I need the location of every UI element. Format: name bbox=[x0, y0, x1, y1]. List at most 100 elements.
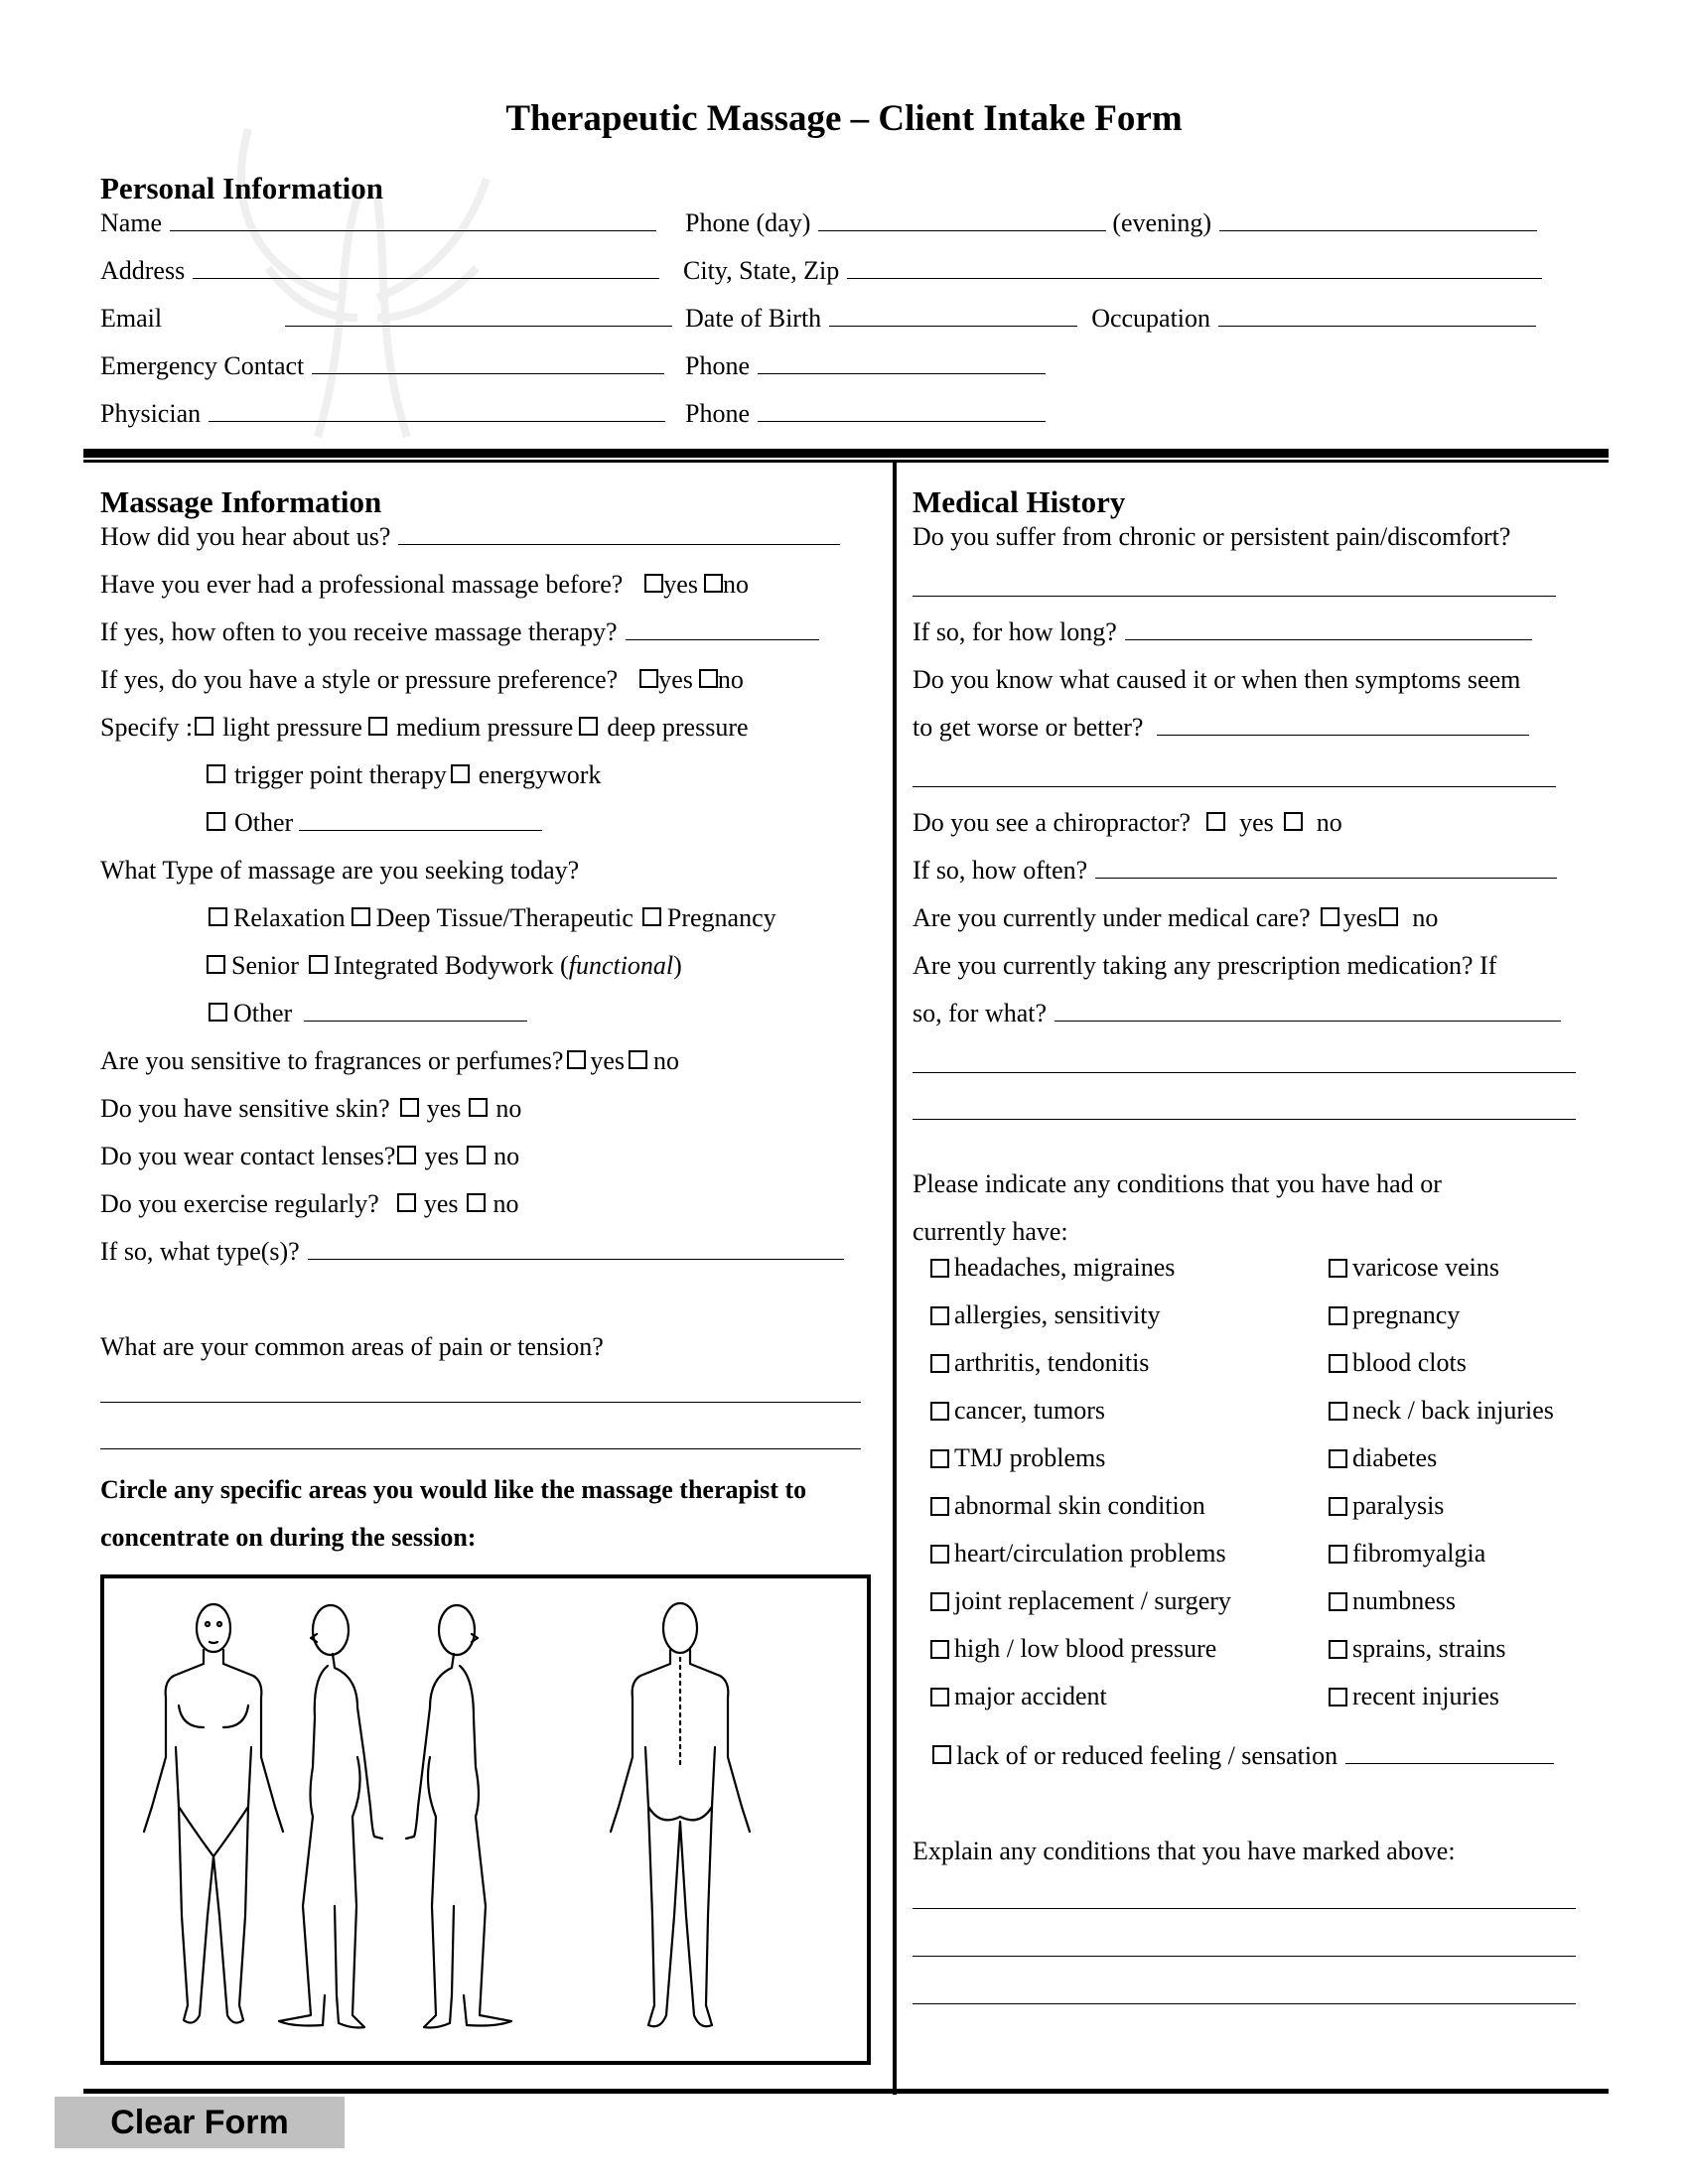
integrated-bodywork-checkbox[interactable] bbox=[308, 955, 328, 974]
skin-yes-checkbox[interactable] bbox=[399, 1098, 419, 1117]
address-input[interactable] bbox=[193, 256, 660, 279]
medical-care-no-label: no bbox=[1412, 903, 1439, 932]
phone-day-input[interactable] bbox=[818, 208, 1107, 231]
condition-checkbox[interactable] bbox=[1329, 1306, 1347, 1325]
occupation-input[interactable] bbox=[1218, 304, 1537, 327]
clear-form-button[interactable]: Clear Form bbox=[55, 2097, 345, 2148]
how-often-input[interactable] bbox=[625, 617, 819, 640]
condition-item: joint replacement / surgery bbox=[930, 1586, 1231, 1616]
pain-areas-input-2[interactable] bbox=[100, 1448, 861, 1449]
fragrances-no-checkbox[interactable] bbox=[629, 1050, 648, 1069]
cause-input-2[interactable] bbox=[913, 786, 1556, 787]
exercise-type-input[interactable] bbox=[307, 1237, 844, 1260]
pain-areas-input-1[interactable] bbox=[100, 1402, 861, 1403]
name-field-row: Name bbox=[100, 208, 657, 238]
chiropractor-no-checkbox[interactable] bbox=[1283, 812, 1303, 831]
preference-row: If yes, do you have a style or pressure … bbox=[100, 665, 744, 695]
skin-yes-label: yes bbox=[426, 1094, 462, 1123]
medical-care-no-checkbox[interactable] bbox=[1379, 907, 1399, 926]
chiropractor-yes-checkbox[interactable] bbox=[1206, 812, 1226, 831]
condition-checkbox[interactable] bbox=[1329, 1449, 1347, 1468]
condition-checkbox[interactable] bbox=[1329, 1259, 1347, 1278]
condition-checkbox[interactable] bbox=[1329, 1497, 1347, 1516]
explain-input-3[interactable] bbox=[913, 2003, 1576, 2004]
address-row: Address bbox=[100, 256, 660, 286]
hear-about-input[interactable] bbox=[398, 522, 841, 545]
skin-no-checkbox[interactable] bbox=[469, 1098, 489, 1117]
reduced-feeling-checkbox[interactable] bbox=[932, 1745, 951, 1764]
had-before-yes-checkbox[interactable] bbox=[644, 574, 664, 593]
condition-checkbox[interactable] bbox=[1329, 1592, 1347, 1611]
cause-label-1: Do you know what caused it or when then … bbox=[913, 665, 1521, 694]
condition-checkbox[interactable] bbox=[930, 1306, 949, 1325]
explain-label: Explain any conditions that you have mar… bbox=[913, 1837, 1456, 1865]
exercise-yes-checkbox[interactable] bbox=[396, 1193, 416, 1212]
chronic-pain-input[interactable] bbox=[913, 596, 1556, 597]
energywork-checkbox[interactable] bbox=[450, 764, 470, 783]
phone-evening-input[interactable] bbox=[1218, 208, 1537, 231]
relaxation-checkbox[interactable] bbox=[209, 907, 227, 926]
medium-pressure-checkbox[interactable] bbox=[367, 717, 387, 736]
conditions-intro-2: currently have: bbox=[913, 1217, 1068, 1246]
condition-checkbox[interactable] bbox=[930, 1688, 949, 1706]
medication-input-2[interactable] bbox=[913, 1072, 1576, 1073]
preference-yes-checkbox[interactable] bbox=[639, 669, 659, 688]
preference-label: If yes, do you have a style or pressure … bbox=[100, 665, 619, 694]
condition-checkbox[interactable] bbox=[930, 1545, 949, 1564]
condition-checkbox[interactable] bbox=[930, 1592, 949, 1611]
lenses-yes-checkbox[interactable] bbox=[397, 1146, 417, 1164]
email-input[interactable] bbox=[285, 304, 673, 327]
condition-checkbox[interactable] bbox=[930, 1402, 949, 1421]
emergency-phone-input[interactable] bbox=[758, 351, 1046, 374]
deep-pressure-checkbox[interactable] bbox=[579, 717, 599, 736]
condition-checkbox[interactable] bbox=[930, 1497, 949, 1516]
deep-tissue-checkbox[interactable] bbox=[351, 907, 370, 926]
pregnancy-massage-checkbox[interactable] bbox=[641, 907, 661, 926]
condition-checkbox[interactable] bbox=[1329, 1402, 1347, 1421]
lenses-no-checkbox[interactable] bbox=[467, 1146, 487, 1164]
condition-label: allergies, sensitivity bbox=[954, 1300, 1161, 1329]
chiro-often-input[interactable] bbox=[1095, 856, 1558, 879]
had-before-no-checkbox[interactable] bbox=[703, 574, 723, 593]
how-long-input[interactable] bbox=[1124, 617, 1532, 640]
reduced-feeling-input[interactable] bbox=[1345, 1741, 1555, 1764]
cause-label-2: to get worse or better? bbox=[913, 713, 1144, 742]
condition-checkbox[interactable] bbox=[1329, 1354, 1347, 1373]
cause-input[interactable] bbox=[1157, 713, 1530, 736]
reduced-feeling-row: lack of or reduced feeling / sensation bbox=[932, 1741, 1555, 1771]
trigger-point-checkbox[interactable] bbox=[207, 764, 225, 783]
preference-no-checkbox[interactable] bbox=[698, 669, 718, 688]
medication-input-3[interactable] bbox=[913, 1119, 1576, 1120]
pressure-other-input[interactable] bbox=[299, 808, 543, 831]
name-input[interactable] bbox=[170, 208, 657, 231]
type-other-checkbox[interactable] bbox=[209, 1003, 227, 1022]
condition-checkbox[interactable] bbox=[930, 1449, 949, 1468]
pressure-other-checkbox[interactable] bbox=[207, 812, 225, 831]
condition-checkbox[interactable] bbox=[930, 1354, 949, 1373]
light-pressure-checkbox[interactable] bbox=[195, 717, 214, 736]
explain-input-1[interactable] bbox=[913, 1908, 1576, 1909]
emergency-contact-input[interactable] bbox=[312, 351, 665, 374]
reduced-feeling-label: lack of or reduced feeling / sensation bbox=[956, 1741, 1338, 1770]
fragrances-yes-checkbox[interactable] bbox=[567, 1050, 587, 1069]
condition-checkbox[interactable] bbox=[1329, 1545, 1347, 1564]
specify-label: Specify : bbox=[100, 713, 194, 742]
medication-input[interactable] bbox=[1055, 999, 1562, 1022]
body-diagram-box[interactable] bbox=[100, 1574, 871, 2065]
condition-checkbox[interactable] bbox=[930, 1259, 949, 1278]
city-state-zip-input[interactable] bbox=[847, 256, 1543, 279]
senior-checkbox[interactable] bbox=[207, 955, 225, 974]
dob-input[interactable] bbox=[829, 304, 1078, 327]
condition-checkbox[interactable] bbox=[1329, 1640, 1347, 1659]
condition-checkbox[interactable] bbox=[1329, 1688, 1347, 1706]
type-other-input[interactable] bbox=[304, 999, 528, 1022]
medical-care-yes-checkbox[interactable] bbox=[1320, 907, 1339, 926]
condition-label: varicose veins bbox=[1352, 1253, 1500, 1282]
physician-input[interactable] bbox=[209, 399, 666, 422]
condition-item: arthritis, tendonitis bbox=[930, 1348, 1149, 1378]
physician-phone-input[interactable] bbox=[758, 399, 1046, 422]
condition-checkbox[interactable] bbox=[930, 1640, 949, 1659]
explain-input-2[interactable] bbox=[913, 1956, 1576, 1957]
condition-item: high / low blood pressure bbox=[930, 1634, 1216, 1664]
exercise-no-checkbox[interactable] bbox=[466, 1193, 486, 1212]
